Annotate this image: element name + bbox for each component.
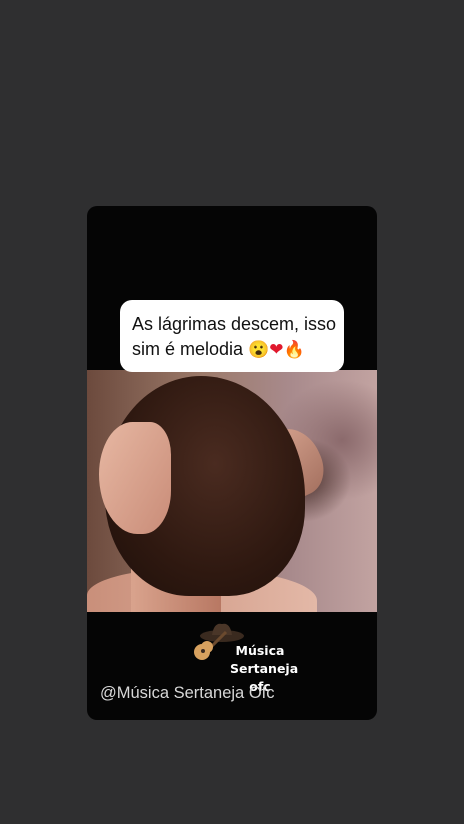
caption-line-2-text: sim é melodia bbox=[132, 339, 244, 359]
video-frame[interactable] bbox=[87, 370, 377, 612]
handle-watermark: @Música Sertaneja Ofc bbox=[100, 684, 275, 702]
story-card[interactable]: As lágrimas descem, isso sim é melodia 😮… bbox=[87, 206, 377, 720]
logo-line-1: Música bbox=[235, 643, 285, 658]
logo-line-2: Sertaneja bbox=[230, 661, 299, 676]
caption-sticker[interactable]: As lágrimas descem, isso sim é melodia 😮… bbox=[120, 300, 344, 372]
face bbox=[99, 422, 171, 534]
heart-icon: ❤ bbox=[269, 340, 284, 359]
channel-logo: Música Sertaneja ofc bbox=[190, 612, 299, 694]
astonished-face-icon: 😮 bbox=[248, 340, 270, 359]
caption-line-2: sim é melodia 😮❤🔥 bbox=[132, 337, 332, 362]
fire-icon: 🔥 bbox=[283, 340, 305, 359]
caption-line-1: As lágrimas descem, isso bbox=[132, 314, 337, 334]
